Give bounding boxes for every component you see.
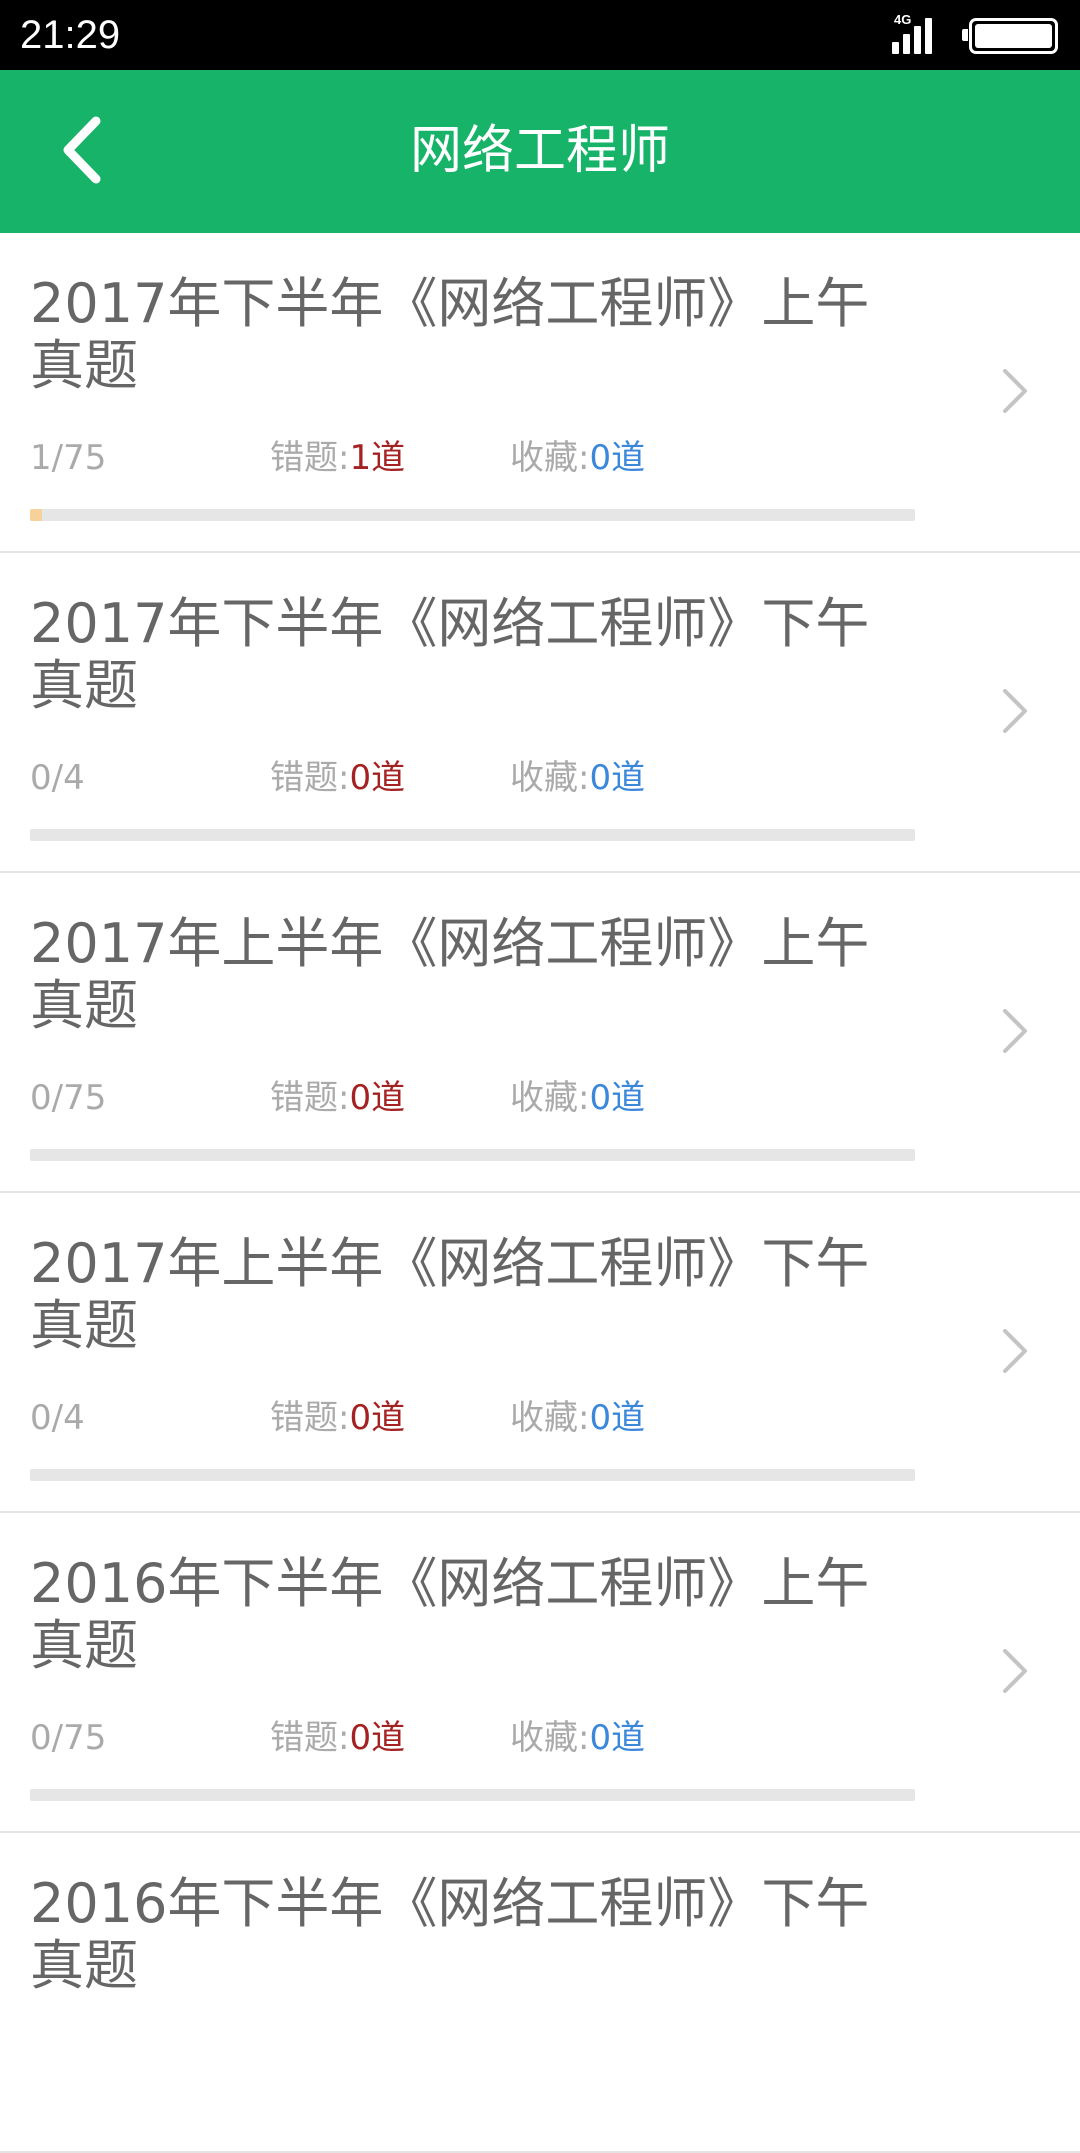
- exam-stats: 0/75 错题:0道 收藏:0道: [30, 1073, 910, 1123]
- progress-text: 0/75: [30, 1078, 107, 1118]
- page-title: 网络工程师: [409, 121, 670, 181]
- wrong-stat: 错题:1道: [270, 433, 405, 483]
- status-time: 21:29: [20, 13, 121, 57]
- favorite-label: 收藏:: [510, 438, 590, 478]
- status-icons: 4G: [890, 12, 1058, 56]
- favorite-stat: 收藏:0道: [510, 1393, 645, 1443]
- wrong-count: 0道: [349, 758, 406, 798]
- exam-stats: 0/75 错题:0道 收藏:0道: [30, 1713, 910, 1763]
- favorite-count: 0道: [589, 438, 646, 478]
- progress-bar: [30, 509, 915, 521]
- wrong-count: 0道: [349, 1078, 406, 1118]
- wrong-count: 0道: [349, 1398, 406, 1438]
- exam-stats: 0/4 错题:0道 收藏:0道: [30, 753, 910, 803]
- progress-text: 0/4: [30, 1398, 85, 1438]
- favorite-stat: 收藏:0道: [510, 1073, 645, 1123]
- progress-bar: [30, 1469, 915, 1481]
- wrong-label: 错题:: [270, 1718, 350, 1758]
- progress-text: 0/75: [30, 1718, 107, 1758]
- battery-icon: [962, 18, 1058, 54]
- wrong-stat: 错题:0道: [270, 753, 405, 803]
- favorite-label: 收藏:: [510, 1078, 590, 1118]
- exam-item[interactable]: 2017年下半年《网络工程师》下午真题 0/4 错题:0道 收藏:0道: [0, 553, 1080, 873]
- chevron-left-icon: [63, 116, 101, 184]
- favorite-count: 0道: [589, 758, 646, 798]
- favorite-count: 0道: [589, 1398, 646, 1438]
- exam-item[interactable]: 2016年下半年《网络工程师》下午真题: [0, 1833, 1080, 2153]
- exam-title: 2017年下半年《网络工程师》上午真题: [30, 272, 870, 397]
- exam-item[interactable]: 2017年下半年《网络工程师》上午真题 1/75 错题:1道 收藏:0道: [0, 233, 1080, 553]
- exam-title: 2016年下半年《网络工程师》下午真题: [30, 1872, 870, 1997]
- network-type-label: 4G: [894, 12, 912, 27]
- wrong-stat: 错题:0道: [270, 1713, 405, 1763]
- exam-stats: 1/75 错题:1道 收藏:0道: [30, 433, 910, 483]
- status-bar: 21:29 4G: [0, 0, 1080, 70]
- favorite-count: 0道: [589, 1078, 646, 1118]
- favorite-label: 收藏:: [510, 1718, 590, 1758]
- progress-bar: [30, 1149, 915, 1161]
- wrong-count: 1道: [349, 438, 406, 478]
- favorite-label: 收藏:: [510, 1398, 590, 1438]
- wrong-label: 错题:: [270, 1398, 350, 1438]
- chevron-right-icon: [1003, 369, 1027, 413]
- app-bar: 网络工程师: [0, 70, 1080, 233]
- chevron-right-icon: [1003, 1009, 1027, 1053]
- chevron-right-icon: [1003, 1329, 1027, 1373]
- progress-fill: [30, 509, 42, 521]
- favorite-count: 0道: [589, 1718, 646, 1758]
- progress-bar: [30, 1789, 915, 1801]
- favorite-stat: 收藏:0道: [510, 1713, 645, 1763]
- wrong-label: 错题:: [270, 438, 350, 478]
- exam-list: 2017年下半年《网络工程师》上午真题 1/75 错题:1道 收藏:0道 201…: [0, 233, 1080, 2153]
- chevron-right-icon: [1003, 689, 1027, 733]
- wrong-stat: 错题:0道: [270, 1393, 405, 1443]
- wrong-count: 0道: [349, 1718, 406, 1758]
- progress-bar: [30, 829, 915, 841]
- signal-icon: 4G: [890, 12, 940, 56]
- exam-title: 2017年下半年《网络工程师》下午真题: [30, 592, 870, 717]
- exam-item[interactable]: 2017年上半年《网络工程师》上午真题 0/75 错题:0道 收藏:0道: [0, 873, 1080, 1193]
- favorite-label: 收藏:: [510, 758, 590, 798]
- exam-stats: 0/4 错题:0道 收藏:0道: [30, 1393, 910, 1443]
- wrong-label: 错题:: [270, 1078, 350, 1118]
- favorite-stat: 收藏:0道: [510, 753, 645, 803]
- back-button[interactable]: [40, 100, 140, 200]
- exam-title: 2017年上半年《网络工程师》下午真题: [30, 1232, 870, 1357]
- progress-text: 1/75: [30, 438, 107, 478]
- exam-title: 2017年上半年《网络工程师》上午真题: [30, 912, 870, 1037]
- exam-item[interactable]: 2016年下半年《网络工程师》上午真题 0/75 错题:0道 收藏:0道: [0, 1513, 1080, 1833]
- chevron-right-icon: [1003, 1649, 1027, 1693]
- wrong-stat: 错题:0道: [270, 1073, 405, 1123]
- favorite-stat: 收藏:0道: [510, 433, 645, 483]
- wrong-label: 错题:: [270, 758, 350, 798]
- progress-text: 0/4: [30, 758, 85, 798]
- exam-title: 2016年下半年《网络工程师》上午真题: [30, 1552, 870, 1677]
- exam-item[interactable]: 2017年上半年《网络工程师》下午真题 0/4 错题:0道 收藏:0道: [0, 1193, 1080, 1513]
